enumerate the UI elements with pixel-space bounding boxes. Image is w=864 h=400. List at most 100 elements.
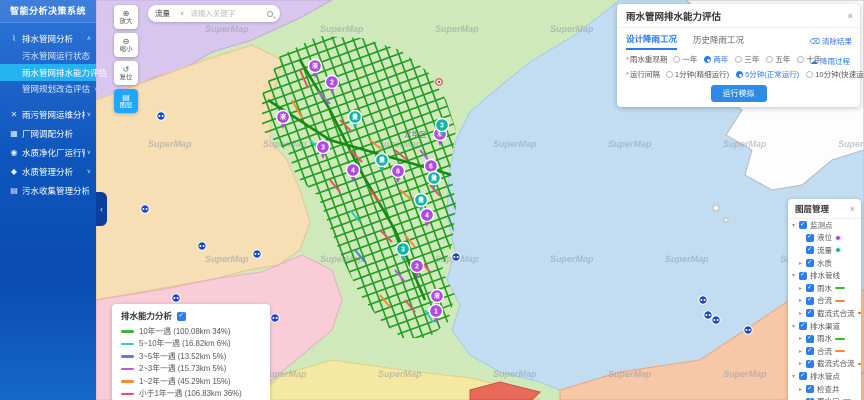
svg-text:4: 4 — [351, 168, 355, 175]
legend-label: 1~2年一遇 (45.29km 15%) — [139, 376, 231, 387]
layer-node-液位[interactable]: 液位 — [788, 232, 861, 245]
layer-label: 排水渠道 — [810, 321, 840, 332]
svg-text:量: 量 — [352, 113, 358, 121]
water-quality-point[interactable] — [452, 253, 460, 261]
layer-node-雨水[interactable]: ▸雨水 — [788, 282, 861, 295]
layer-node-监测点[interactable]: ▾监测点 — [788, 219, 861, 232]
layer-node-截流式合流[interactable]: ▸截流式合流 — [788, 358, 861, 371]
layer-checkbox[interactable] — [806, 347, 814, 355]
close-icon[interactable]: × — [850, 204, 855, 214]
radio-option-0-2[interactable]: 三年 — [735, 54, 759, 65]
svg-text:液: 液 — [434, 292, 441, 300]
collapse-panel-icon[interactable]: » — [844, 13, 854, 18]
layer-checkbox[interactable] — [806, 284, 814, 292]
layer-node-排水渠道[interactable]: ▾排水渠道 — [788, 320, 861, 333]
water-quality-point[interactable] — [712, 316, 720, 324]
layer-checkbox[interactable] — [806, 309, 814, 317]
sidebar-item-4[interactable]: ◆水质管理分析∨ — [0, 162, 96, 181]
radio-option-0-3[interactable]: 五年 — [766, 54, 790, 65]
sidebar-subitem-0-0[interactable]: 污水管网运行状态 — [0, 48, 96, 64]
sidebar-item-5[interactable]: ▤污水收集管理分析 — [0, 181, 96, 200]
tab-design-rain[interactable]: 设计降雨工况 — [626, 33, 677, 50]
sidebar-item-1[interactable]: ✕雨污管网运维分析∨ — [0, 105, 96, 124]
water-quality-point[interactable] — [699, 296, 707, 304]
sidebar-subitem-0-2[interactable]: 管网规划改造评估∨ — [0, 81, 96, 97]
menu-gap — [0, 97, 96, 105]
layer-checkbox[interactable] — [799, 322, 807, 330]
water-quality-point[interactable] — [253, 250, 261, 258]
radio-option-0-0[interactable]: 一年 — [673, 54, 697, 65]
clear-results-link[interactable]: ⌫清除结果 — [809, 36, 852, 47]
water-quality-point[interactable] — [744, 326, 752, 334]
water-quality-point[interactable] — [141, 205, 149, 213]
chevron-icon: ∨ — [87, 149, 91, 156]
layer-node-流量[interactable]: 流量 — [788, 244, 861, 257]
water-quality-point[interactable] — [704, 311, 712, 319]
map-tool-复位[interactable]: ↺复位 — [114, 61, 138, 85]
layer-node-检查井[interactable]: ▸检查井 — [788, 383, 861, 396]
tab-history-rain[interactable]: 历史降雨工况 — [693, 34, 744, 49]
sidebar-subitem-0-1[interactable]: 雨水管网排水能力评估 — [0, 64, 96, 81]
radio-option-1-2[interactable]: 10分钟(快速运行) — [806, 69, 864, 80]
layer-checkbox[interactable] — [806, 360, 814, 368]
sidebar-subitem-label: 管网规划改造评估 — [22, 83, 90, 95]
water-quality-point[interactable] — [172, 294, 180, 302]
map-tool-图层[interactable]: ▤图层 — [114, 89, 138, 113]
search-type-select[interactable]: 流量 — [155, 8, 170, 19]
supermap-watermark: SuperMap — [493, 369, 537, 379]
sidebar-item-2[interactable]: ▦厂网调配分析 — [0, 124, 96, 143]
supermap-watermark: SuperMap — [723, 369, 767, 379]
sidebar-collapse-handle[interactable]: ‹ — [96, 192, 107, 226]
search-input[interactable] — [190, 9, 267, 18]
search-icon[interactable] — [267, 11, 273, 17]
water-quality-point[interactable] — [271, 314, 279, 322]
tool-icon: ⊖ — [123, 37, 130, 46]
legend-header: 排水能力分析 — [121, 310, 262, 322]
layer-node-雨水口[interactable]: 雨水口 — [788, 395, 861, 400]
layer-node-水质[interactable]: ▸水质 — [788, 257, 861, 270]
layer-checkbox[interactable] — [806, 259, 814, 267]
run-simulation-button[interactable]: 运行模拟 — [711, 85, 767, 102]
layer-node-排水管点[interactable]: ▾排水管点 — [788, 370, 861, 383]
layer-node-合流[interactable]: ▸合流 — [788, 295, 861, 308]
map-canvas[interactable]: SuperMap SuperMap SuperMap SuperMap SuperMap… — [96, 0, 864, 400]
supermap-watermark: SuperMap — [148, 139, 192, 149]
radio-option-1-0[interactable]: 1分钟(精细运行) — [666, 69, 729, 80]
layer-label: 检查井 — [817, 384, 840, 395]
svg-text:3: 3 — [401, 247, 405, 254]
map-tool-缩小[interactable]: ⊖缩小 — [114, 33, 138, 57]
radio-label: 两年 — [713, 54, 728, 65]
expand-arrow-icon: ▾ — [792, 272, 799, 279]
layer-node-排水管线[interactable]: ▾排水管线 — [788, 269, 861, 282]
supermap-watermark: SuperMap — [838, 139, 864, 149]
layer-node-雨水[interactable]: ▸雨水 — [788, 332, 861, 345]
layer-node-合流[interactable]: ▸合流 — [788, 345, 861, 358]
layer-checkbox[interactable] — [806, 385, 814, 393]
layer-checkbox[interactable] — [799, 372, 807, 380]
legend-checkbox[interactable] — [177, 312, 186, 321]
sidebar-item-0[interactable]: ⌇排水管网分析∧ — [0, 29, 96, 48]
map-tool-放大[interactable]: ⊕放大 — [114, 5, 138, 29]
sidebar-item-3[interactable]: ◉水质净化厂运行管理∨ — [0, 143, 96, 162]
eval-panel-title: 雨水管网排水能力评估 — [626, 9, 721, 23]
layer-tree: ▾监测点液位流量▸水质▾排水管线▸雨水▸合流▸截流式合流▾排水渠道▸雨水▸合流▸… — [788, 219, 861, 400]
radio-option-1-1[interactable]: 5分钟(正常运行) — [736, 69, 799, 80]
layer-node-截流式合流[interactable]: ▸截流式合流 — [788, 307, 861, 320]
legend-item-1: 5~10年一遇 (16.82km 6%) — [121, 338, 262, 351]
tool-icon: ⊕ — [123, 9, 130, 18]
water-quality-point[interactable] — [157, 112, 165, 120]
water-quality-point[interactable] — [198, 242, 206, 250]
layer-checkbox[interactable] — [806, 246, 814, 254]
radio-option-0-1[interactable]: 两年 — [704, 54, 728, 65]
layer-checkbox[interactable] — [806, 234, 814, 242]
layer-checkbox[interactable] — [799, 272, 807, 280]
rain-process-link[interactable]: ☁降雨过程 — [810, 56, 850, 67]
line-style-icon — [858, 312, 862, 314]
supermap-watermark: SuperMap — [723, 139, 767, 149]
capacity-legend-panel: 排水能力分析 10年一遇 (100.08km 34%)5~10年一遇 (16.8… — [112, 304, 270, 400]
layer-checkbox[interactable] — [806, 297, 814, 305]
layer-checkbox[interactable] — [806, 335, 814, 343]
supermap-watermark: SuperMap — [550, 254, 594, 264]
layer-checkbox[interactable] — [799, 221, 807, 229]
svg-text:4: 4 — [425, 213, 429, 220]
